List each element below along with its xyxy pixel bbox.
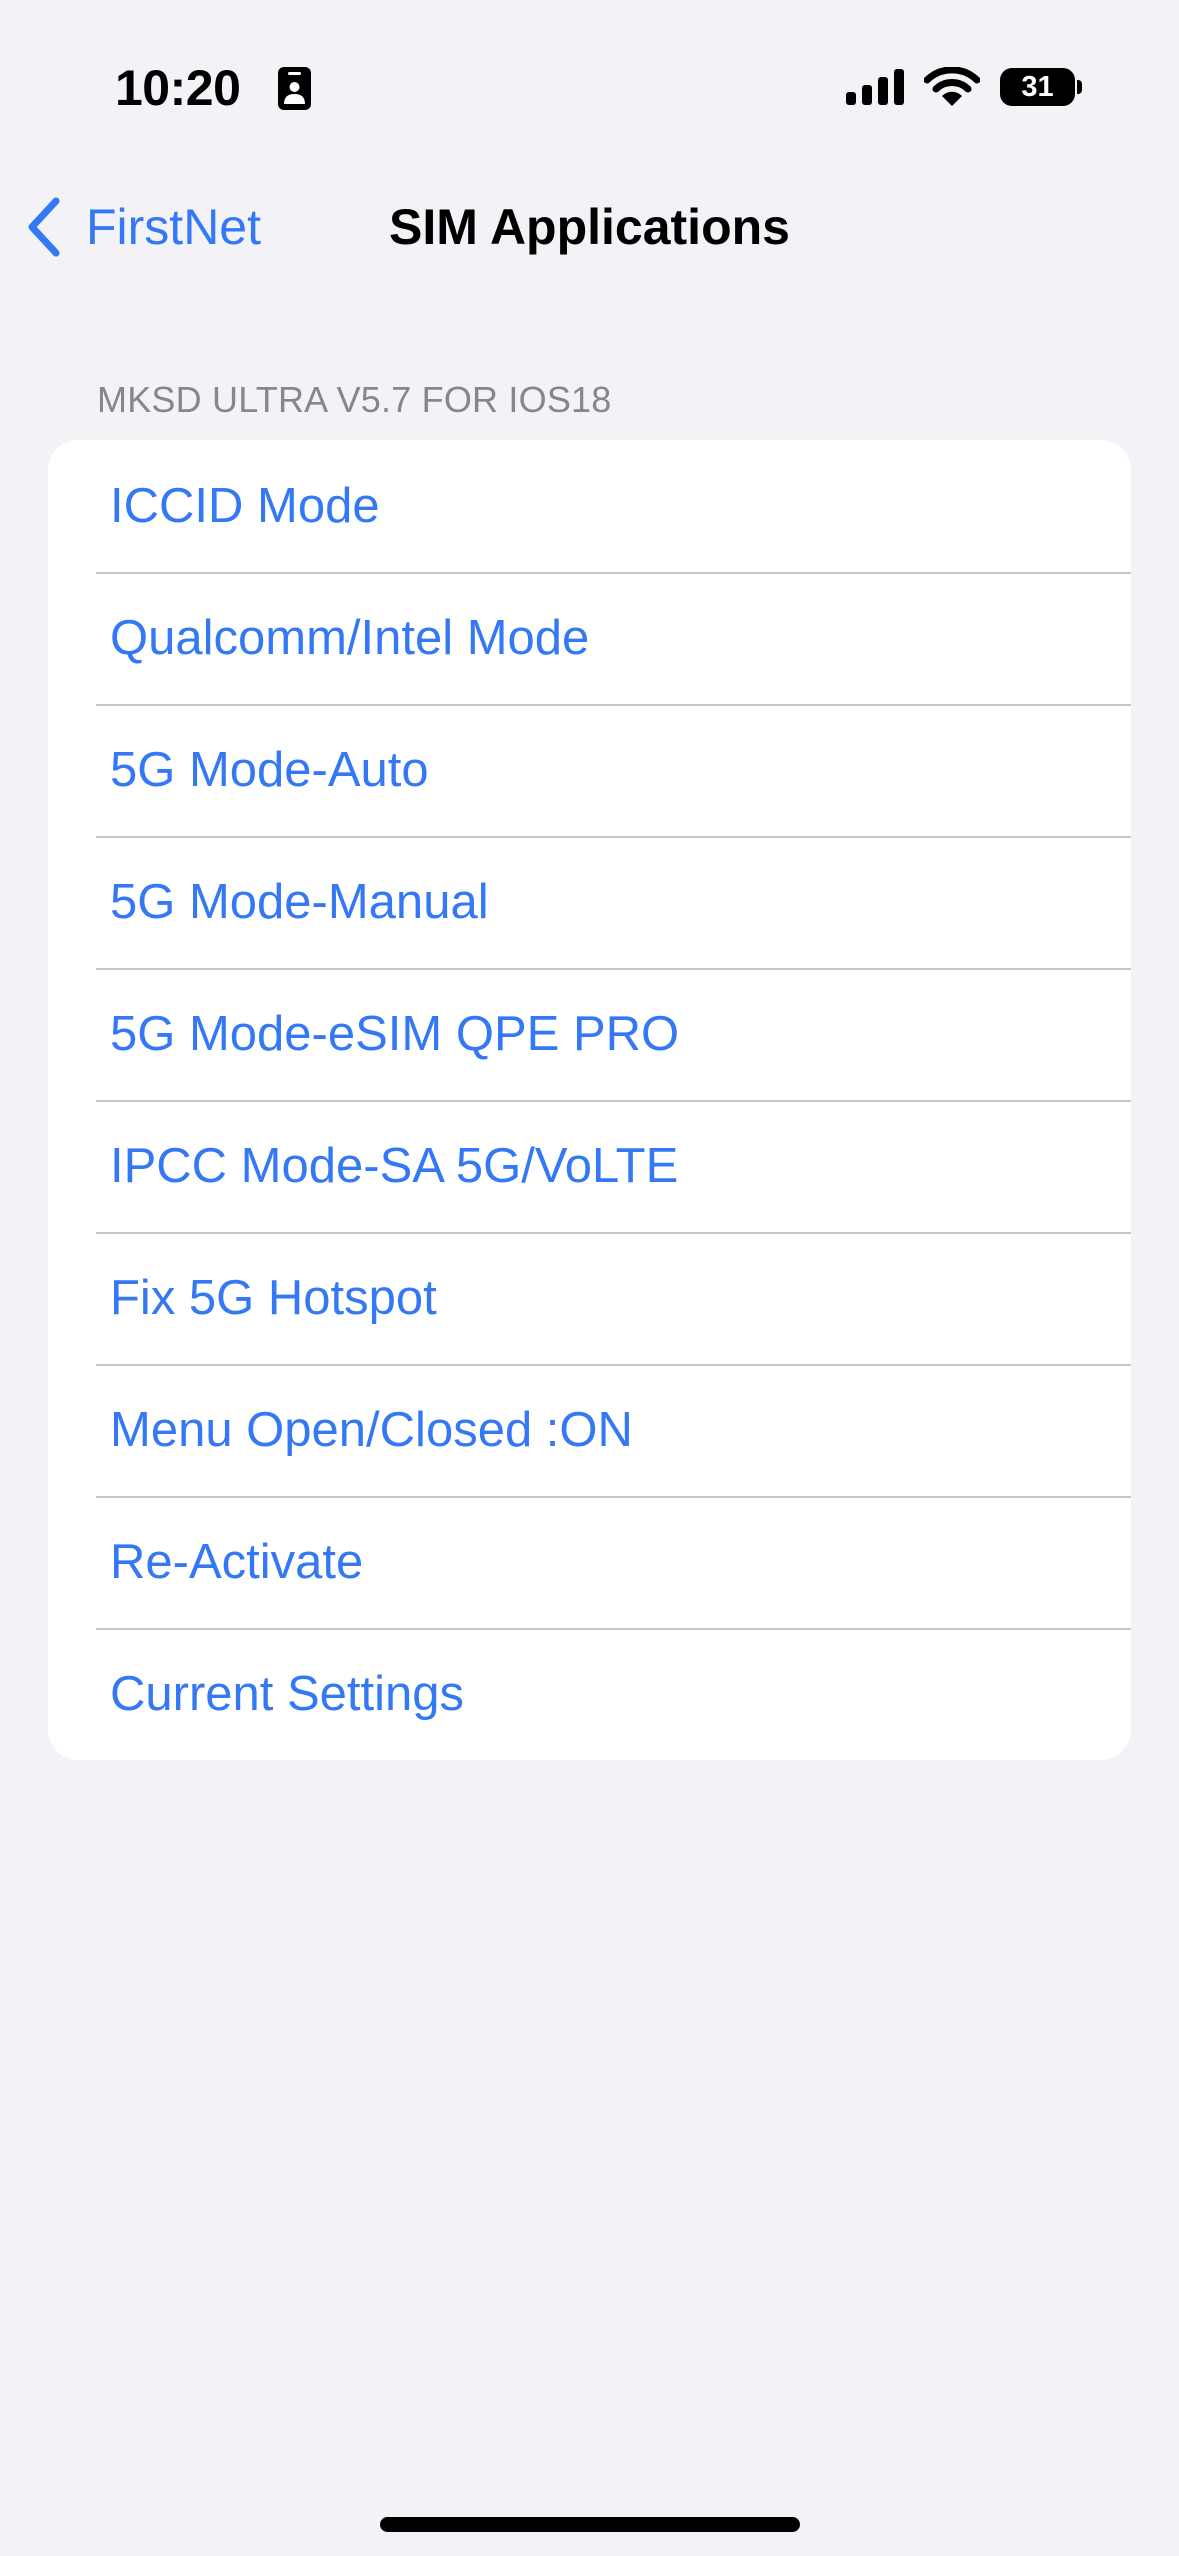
battery-level: 31 [1021,71,1054,103]
list-item-label: ICCID Mode [110,479,380,533]
list-item-5g-mode-esim-qpe-pro[interactable]: 5G Mode-eSIM QPE PRO [48,968,1131,1100]
list-item-ipcc-mode-sa-5g-volte[interactable]: IPCC Mode-SA 5G/VoLTE [48,1100,1131,1232]
list-item-label: Current Settings [110,1667,465,1721]
person-badge-icon [278,67,311,110]
page-title: SIM Applications [389,199,790,255]
list-item-label: 5G Mode-eSIM QPE PRO [110,1007,680,1061]
list-item-label: 5G Mode-Manual [110,875,489,929]
list-item-current-settings[interactable]: Current Settings [48,1628,1131,1760]
list-item-fix-5g-hotspot[interactable]: Fix 5G Hotspot [48,1232,1131,1364]
section-header: MKSD ULTRA V5.7 FOR IOS18 [97,379,612,420]
list-item-re-activate[interactable]: Re-Activate [48,1496,1131,1628]
list-item-label: Re-Activate [110,1535,364,1589]
wifi-icon [924,67,980,106]
cellular-signal-icon [846,69,904,105]
list-item-5g-mode-auto[interactable]: 5G Mode-Auto [48,704,1131,836]
list-item-label: Menu Open/Closed :ON [110,1403,633,1457]
list-item-qualcomm-intel-mode[interactable]: Qualcomm/Intel Mode [48,572,1131,704]
list-item-label: Fix 5G Hotspot [110,1271,437,1325]
battery-indicator: 31 [1000,68,1075,106]
list-item-label: IPCC Mode-SA 5G/VoLTE [110,1139,679,1193]
list-item-label: 5G Mode-Auto [110,743,429,797]
list-item-menu-open-closed[interactable]: Menu Open/Closed :ON [48,1364,1131,1496]
battery-nub [1077,80,1082,94]
sim-applications-list: ICCID Mode Qualcomm/Intel Mode 5G Mode-A… [48,440,1131,1760]
list-item-iccid-mode[interactable]: ICCID Mode [48,440,1131,572]
home-indicator[interactable] [380,2517,800,2532]
list-item-5g-mode-manual[interactable]: 5G Mode-Manual [48,836,1131,968]
list-item-label: Qualcomm/Intel Mode [110,611,590,665]
status-time: 10:20 [115,60,241,116]
